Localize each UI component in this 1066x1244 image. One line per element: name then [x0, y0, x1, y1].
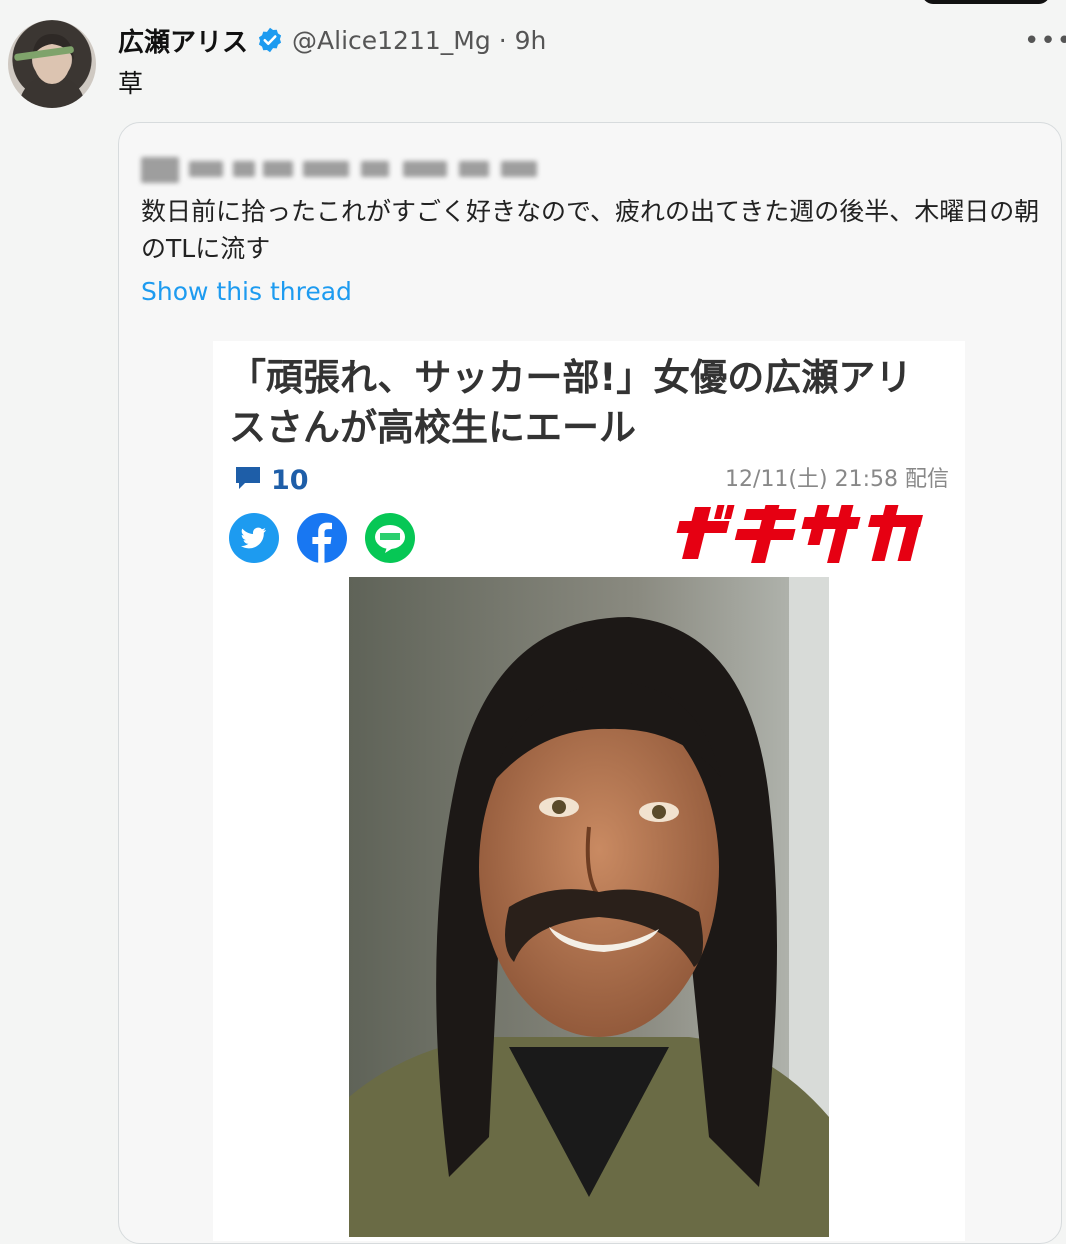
comment-icon	[233, 463, 263, 497]
handle[interactable]: @Alice1211_Mg	[292, 26, 491, 55]
blurred-author-name	[141, 153, 541, 185]
quoted-tweet-text: 数日前に拾ったこれがすごく好きなので、疲れの出てきた週の後半、木曜日の朝のTLに…	[141, 197, 1040, 263]
facebook-icon[interactable]	[297, 513, 347, 563]
tweet: 広瀬アリス @Alice1211_Mg · 9h ••• 草 数日前に拾ったこれ…	[0, 0, 1066, 1244]
share-buttons	[229, 513, 415, 563]
line-icon[interactable]	[365, 513, 415, 563]
article-headline: 「頑張れ、サッカー部!」女優の広瀬アリスさんが高校生にエール	[229, 356, 913, 449]
avatar[interactable]	[8, 20, 96, 108]
tweet-header: 広瀬アリス @Alice1211_Mg · 9h	[118, 22, 546, 58]
twitter-icon[interactable]	[229, 513, 279, 563]
tweet-text: 草	[118, 69, 144, 98]
comment-count-row[interactable]: 10	[233, 463, 309, 497]
comment-count: 10	[271, 464, 309, 496]
show-thread-link[interactable]: Show this thread	[141, 277, 352, 306]
article-date: 12/11(土) 21:58 配信	[725, 467, 949, 492]
timestamp[interactable]: 9h	[515, 26, 547, 55]
more-options-icon[interactable]: •••	[1024, 26, 1066, 56]
display-name[interactable]: 広瀬アリス	[118, 22, 248, 59]
article-image[interactable]: 「頑張れ、サッカー部!」女優の広瀬アリスさんが高校生にエール 10 12/11(…	[213, 341, 965, 1241]
separator-dot: ·	[498, 25, 507, 55]
quoted-tweet[interactable]: 数日前に拾ったこれがすごく好きなので、疲れの出てきた週の後半、木曜日の朝のTLに…	[118, 122, 1062, 1244]
verified-badge-icon	[256, 26, 284, 54]
article-photo	[349, 577, 829, 1237]
publisher-logo	[663, 499, 925, 569]
